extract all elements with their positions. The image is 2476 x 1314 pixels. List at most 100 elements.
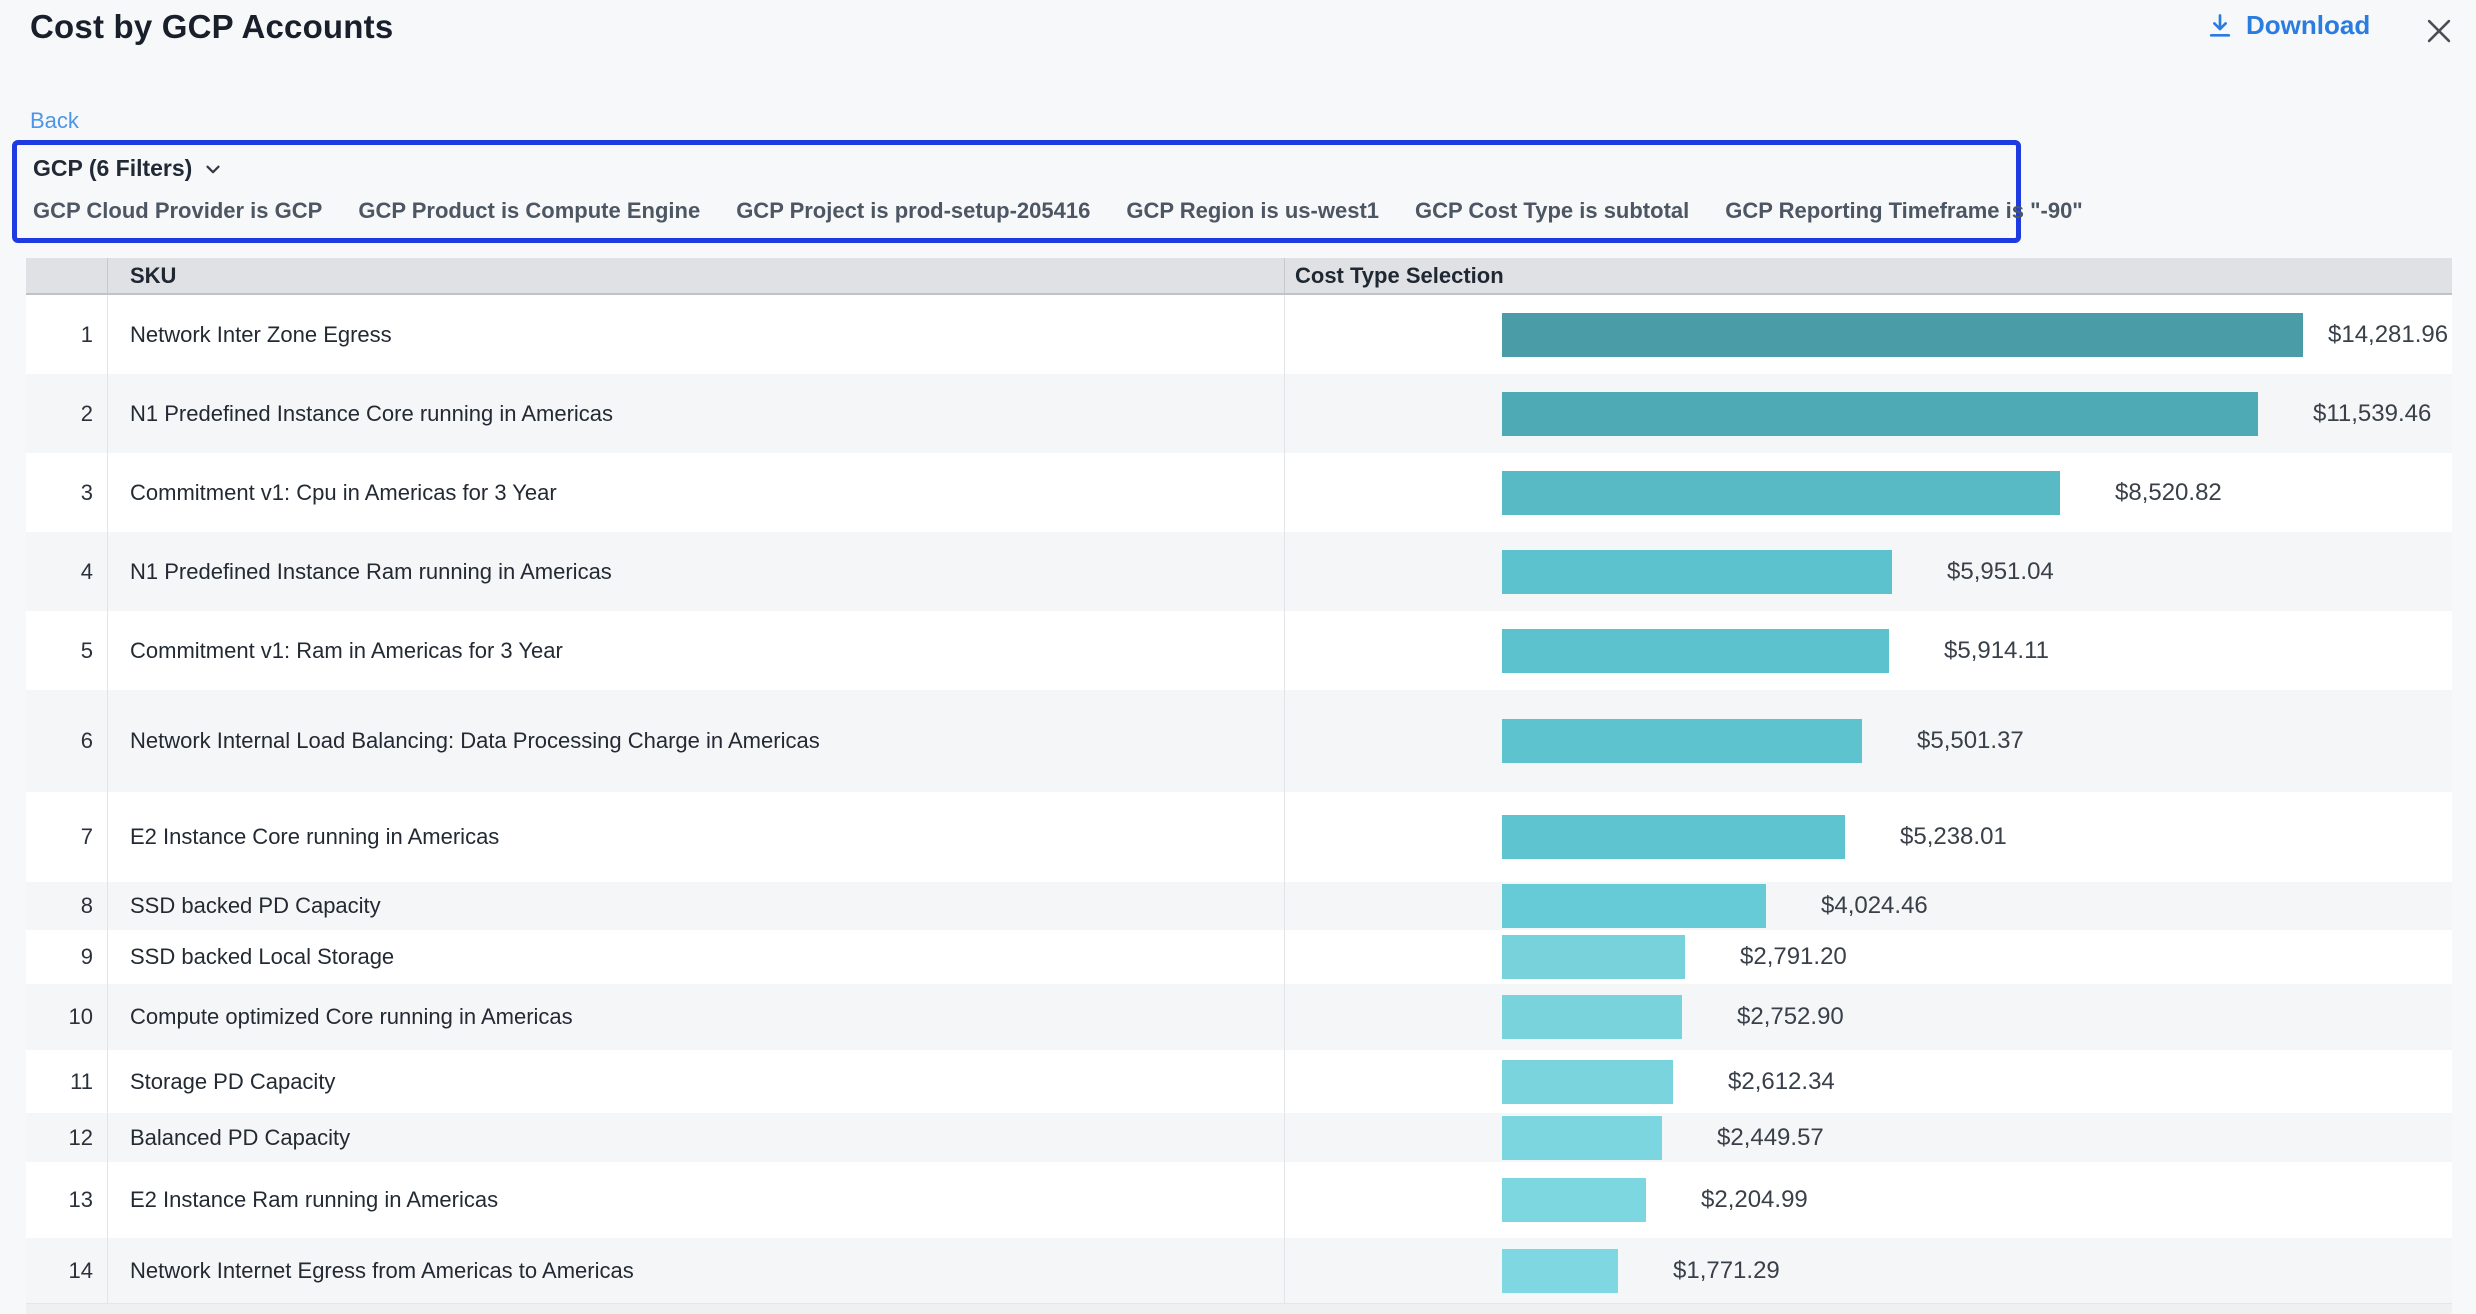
sku-cell: Storage PD Capacity	[108, 1050, 1285, 1113]
cost-value-label: $4,024.46	[1821, 892, 1928, 920]
bar-area: $2,612.34	[1502, 1060, 2452, 1104]
cost-bar-cell: $2,449.57	[1285, 1113, 2452, 1162]
table-row: 3Commitment v1: Cpu in Americas for 3 Ye…	[26, 453, 2452, 532]
row-rank: 12	[26, 1113, 108, 1162]
cost-bar-cell: $14,281.96	[1285, 295, 2452, 374]
filter-chip-6: GCP Reporting Timeframe is "-90"	[1725, 198, 2082, 224]
cost-value-label: $2,449.57	[1717, 1124, 1824, 1152]
filter-summary-dropdown[interactable]: GCP (6 Filters)	[33, 155, 224, 182]
sku-cell: Network Inter Zone Egress	[108, 295, 1285, 374]
sku-cell: N1 Predefined Instance Core running in A…	[108, 374, 1285, 453]
cost-value-label: $5,501.37	[1917, 727, 2024, 755]
bar-area: $4,024.46	[1502, 884, 2452, 928]
cost-bar	[1502, 1178, 1646, 1222]
row-rank: 11	[26, 1050, 108, 1113]
column-header-rank	[26, 258, 108, 293]
cost-bar-cell: $11,539.46	[1285, 374, 2452, 453]
cost-value-label: $2,752.90	[1737, 1003, 1844, 1031]
cost-bar-cell: $2,612.34	[1285, 1050, 2452, 1113]
table-row: 11Storage PD Capacity $2,612.34	[26, 1050, 2452, 1113]
filter-chip-5: GCP Cost Type is subtotal	[1415, 198, 1689, 224]
page-title: Cost by GCP Accounts	[30, 8, 393, 46]
cost-bar	[1502, 471, 2060, 515]
cost-bar	[1502, 995, 1682, 1039]
table-row: 8SSD backed PD Capacity$4,024.46	[26, 882, 2452, 930]
cost-value-label: $2,791.20	[1740, 943, 1847, 971]
sku-cell: Balanced PD Capacity	[108, 1113, 1285, 1162]
cost-bar	[1502, 935, 1685, 979]
row-rank: 6	[26, 690, 108, 792]
table-row: 4N1 Predefined Instance Ram running in A…	[26, 532, 2452, 611]
cost-bar	[1502, 1116, 1662, 1160]
cost-bar-cell: $1,771.29	[1285, 1238, 2452, 1303]
cost-bar-cell: $2,204.99	[1285, 1162, 2452, 1238]
cost-bar	[1502, 719, 1862, 763]
table-row: 13E2 Instance Ram running in Americas $2,…	[26, 1162, 2452, 1238]
row-rank: 2	[26, 374, 108, 453]
cost-bar-cell: $5,951.04	[1285, 532, 2452, 611]
row-rank: 14	[26, 1238, 108, 1303]
cost-table: SKU Cost Type Selection 1Network Inter Z…	[26, 258, 2452, 1314]
cost-value-label: $11,539.46	[2313, 400, 2431, 428]
cost-value-label: $5,914.11	[1944, 637, 2049, 665]
filter-summary-label: GCP (6 Filters)	[33, 155, 192, 182]
cost-bar-cell: $5,238.01	[1285, 792, 2452, 882]
cost-bar-cell: $5,914.11	[1285, 611, 2452, 690]
cost-bar	[1502, 815, 1845, 859]
close-icon[interactable]	[2422, 14, 2456, 48]
bar-area: $14,281.96	[1502, 313, 2452, 357]
row-rank: 8	[26, 882, 108, 930]
cost-value-label: $1,771.29	[1673, 1257, 1780, 1285]
bar-area: $11,539.46	[1502, 392, 2452, 436]
filter-chip-4: GCP Region is us-west1	[1126, 198, 1379, 224]
bar-area: $8,520.82	[1502, 471, 2452, 515]
bar-area: $5,238.01	[1502, 815, 2452, 859]
table-body: 1Network Inter Zone Egress $14,281.96 2N1 …	[26, 295, 2452, 1303]
table-row: 5Commitment v1: Ram in Americas for 3 Ye…	[26, 611, 2452, 690]
filter-chip-2: GCP Product is Compute Engine	[358, 198, 700, 224]
sku-cell: Commitment v1: Cpu in Americas for 3 Yea…	[108, 453, 1285, 532]
bar-area: $2,752.90	[1502, 995, 2452, 1039]
bar-area: $1,771.29	[1502, 1249, 2452, 1293]
chevron-down-icon	[202, 158, 224, 180]
cost-value-label: $2,612.34	[1728, 1068, 1835, 1096]
row-rank: 4	[26, 532, 108, 611]
download-icon	[2206, 12, 2234, 40]
row-rank: 9	[26, 930, 108, 984]
bar-area: $2,449.57	[1502, 1116, 2452, 1160]
bar-area: $2,204.99	[1502, 1178, 2452, 1222]
bar-area: $5,951.04	[1502, 550, 2452, 594]
sku-cell: SSD backed Local Storage	[108, 930, 1285, 984]
back-link[interactable]: Back	[30, 108, 79, 134]
row-rank: 3	[26, 453, 108, 532]
filter-box: GCP (6 Filters) GCP Cloud Provider is GC…	[12, 140, 2021, 243]
cost-bar	[1502, 629, 1889, 673]
sku-cell: E2 Instance Ram running in Americas	[108, 1162, 1285, 1238]
cost-bar	[1502, 884, 1766, 928]
table-row: 10Compute optimized Core running in Amer…	[26, 984, 2452, 1050]
sku-cell: Compute optimized Core running in Americ…	[108, 984, 1285, 1050]
table-row: 1Network Inter Zone Egress $14,281.96	[26, 295, 2452, 374]
cost-value-label: $8,520.82	[2115, 479, 2222, 507]
row-rank: 7	[26, 792, 108, 882]
sku-cell: Network Internet Egress from Americas to…	[108, 1238, 1285, 1303]
download-button[interactable]: Download	[2206, 10, 2370, 41]
cost-bar-cell: $4,024.46	[1285, 882, 2452, 930]
cost-bar	[1502, 1249, 1618, 1293]
row-rank: 13	[26, 1162, 108, 1238]
cost-value-label: $14,281.96	[2328, 321, 2448, 349]
cost-value-label: $2,204.99	[1701, 1186, 1808, 1214]
column-header-cost-type: Cost Type Selection	[1285, 258, 2452, 293]
table-header-row: SKU Cost Type Selection	[26, 258, 2452, 295]
sku-cell: N1 Predefined Instance Ram running in Am…	[108, 532, 1285, 611]
bar-area: $2,791.20	[1502, 935, 2452, 979]
sku-cell: Commitment v1: Ram in Americas for 3 Yea…	[108, 611, 1285, 690]
row-rank: 1	[26, 295, 108, 374]
cost-bar-cell: $2,791.20	[1285, 930, 2452, 984]
cost-by-gcp-accounts-panel: Cost by GCP Accounts Download Back GCP (…	[0, 0, 2476, 1314]
row-rank: 10	[26, 984, 108, 1050]
table-row: 6Network Internal Load Balancing: Data P…	[26, 690, 2452, 792]
next-row-edge	[26, 1303, 2452, 1314]
cost-value-label: $5,238.01	[1900, 823, 2007, 851]
cost-bar	[1502, 392, 2258, 436]
